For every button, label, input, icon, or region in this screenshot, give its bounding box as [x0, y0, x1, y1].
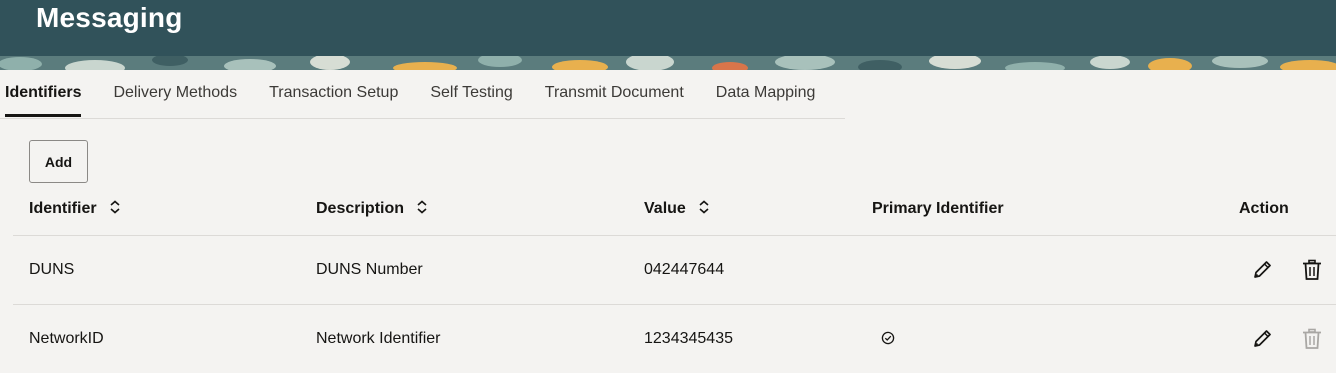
sort-icon[interactable]: [109, 200, 121, 214]
table-row[interactable]: NetworkID Network Identifier 1234345435: [13, 305, 1336, 373]
tab-label: Transmit Document: [544, 84, 684, 101]
sort-icon[interactable]: [698, 200, 710, 214]
table-row[interactable]: DUNS DUNS Number 042447644: [13, 236, 1336, 305]
column-header-identifier[interactable]: Identifier: [29, 186, 121, 235]
tab-delivery-methods[interactable]: Delivery Methods: [97, 70, 253, 118]
column-label: Identifier: [29, 200, 97, 217]
cell-value: 1234345435: [644, 330, 733, 347]
tab-transaction-setup[interactable]: Transaction Setup: [253, 70, 414, 118]
tab-label: Identifiers: [5, 72, 82, 117]
check-circle-icon: [881, 331, 895, 345]
tab-data-mapping[interactable]: Data Mapping: [700, 70, 832, 118]
decorative-banner: [0, 56, 1336, 70]
identifiers-table: Identifier Description Value Primary Ide…: [13, 186, 1336, 373]
column-header-action: Action: [1239, 186, 1289, 235]
tab-label: Data Mapping: [715, 84, 816, 101]
cell-identifier: DUNS: [29, 261, 75, 278]
trash-icon[interactable]: [1301, 259, 1323, 281]
tab-label: Delivery Methods: [113, 84, 238, 101]
add-button[interactable]: Add: [29, 140, 88, 183]
table-header: Identifier Description Value Primary Ide…: [13, 186, 1336, 236]
page-header: Messaging: [0, 0, 1336, 70]
tab-bar: Identifiers Delivery Methods Transaction…: [0, 70, 845, 119]
cell-description: Network Identifier: [316, 330, 441, 347]
column-label: Action: [1239, 200, 1289, 217]
tab-label: Self Testing: [430, 84, 513, 101]
tab-transmit-document[interactable]: Transmit Document: [529, 70, 700, 118]
column-header-value[interactable]: Value: [644, 186, 710, 235]
tab-identifiers[interactable]: Identifiers: [0, 70, 97, 118]
column-label: Value: [644, 200, 686, 217]
tab-label: Transaction Setup: [269, 84, 399, 101]
tab-self-testing[interactable]: Self Testing: [414, 70, 528, 118]
pencil-icon[interactable]: [1251, 328, 1273, 350]
trash-icon-disabled: [1303, 328, 1321, 349]
column-header-description[interactable]: Description: [316, 186, 428, 235]
cell-identifier: NetworkID: [29, 330, 104, 347]
column-header-primary-identifier: Primary Identifier: [872, 186, 1004, 235]
cell-description: DUNS Number: [316, 261, 423, 278]
sort-icon[interactable]: [416, 200, 428, 214]
column-label: Description: [316, 200, 405, 217]
cell-value: 042447644: [644, 261, 725, 278]
column-label: Primary Identifier: [872, 200, 1004, 217]
pencil-icon[interactable]: [1251, 259, 1273, 281]
page-title: Messaging: [36, 2, 183, 33]
